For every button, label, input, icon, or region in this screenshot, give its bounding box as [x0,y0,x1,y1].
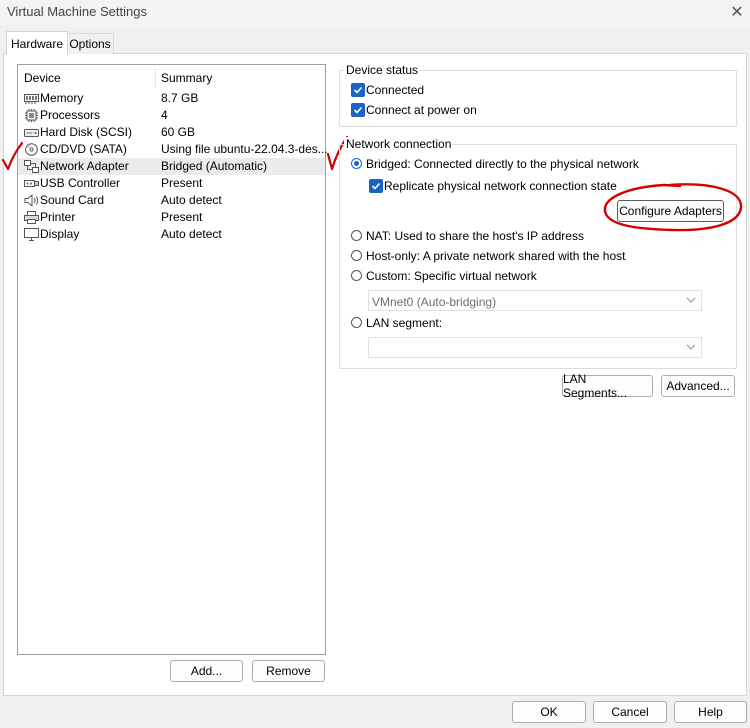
ok-button[interactable]: OK [512,701,586,723]
memory-icon [24,94,39,104]
hard-disk-icon [24,129,39,137]
column-header-device[interactable]: Device [24,71,61,85]
host-only-label[interactable]: Host-only: A private network shared with… [366,249,625,263]
device-summary: Auto detect [161,227,222,241]
custom-network-value: VMnet0 (Auto-bridging) [372,295,497,309]
remove-button[interactable]: Remove [252,660,325,682]
device-summary: 60 GB [161,125,196,139]
cancel-button[interactable]: Cancel [593,701,667,723]
device-name: USB Controller [40,176,121,190]
lan-segment-label[interactable]: LAN segment: [366,316,442,330]
device-name: Processors [40,108,101,122]
device-name: Hard Disk (SCSI) [40,125,133,139]
device-row-usb-controller[interactable]: USB Controller Present [18,175,325,192]
device-summary: 8.7 GB [161,91,199,105]
device-status-label: Device status [344,63,421,77]
device-row-printer[interactable]: Printer Present [18,209,325,226]
device-summary: Present [161,210,203,224]
annotation-checkmark-left [1,141,24,171]
replicate-state-label[interactable]: Replicate physical network connection st… [384,179,617,193]
chevron-down-icon [686,297,696,303]
connected-checkbox[interactable] [351,83,365,97]
device-row-cd-dvd[interactable]: CD/DVD (SATA) Using file ubuntu-22.04.3-… [18,141,328,158]
replicate-state-checkbox[interactable] [369,179,383,193]
column-separator[interactable] [155,68,156,88]
checkmark-icon [371,182,381,190]
device-summary: Using file ubuntu-22.04.3-des... [161,142,328,156]
tab-options[interactable]: Options [66,33,114,54]
device-row-network-adapter[interactable]: Network Adapter Bridged (Automatic) [18,158,325,175]
device-summary: Auto detect [161,193,222,207]
device-row-sound-card[interactable]: Sound Card Auto detect [18,192,325,209]
device-list[interactable]: Device Summary Memory 8.7 GB Processors … [17,64,328,655]
chevron-down-icon [686,344,696,350]
printer-icon [24,211,39,224]
device-name: Memory [40,91,84,105]
device-name: Printer [40,210,76,224]
close-icon[interactable]: ✕ [724,0,750,24]
device-name: CD/DVD (SATA) [40,142,127,156]
custom-radio[interactable] [351,270,362,281]
checkmark-icon [353,86,363,94]
device-name: Sound Card [40,193,105,207]
help-button[interactable]: Help [674,701,747,723]
lan-segment-select[interactable] [368,337,702,358]
device-name: Display [40,227,80,241]
host-only-radio[interactable] [351,250,362,261]
connect-at-power-on-label[interactable]: Connect at power on [366,103,477,117]
cd-dvd-icon [25,143,38,156]
connect-at-power-on-checkbox[interactable] [351,103,365,117]
connected-label[interactable]: Connected [366,83,424,97]
bridged-label[interactable]: Bridged: Connected directly to the physi… [366,157,639,171]
device-summary: Bridged (Automatic) [161,159,268,173]
column-header-summary[interactable]: Summary [161,71,212,85]
custom-network-select[interactable]: VMnet0 (Auto-bridging) [368,290,702,311]
bridged-radio[interactable] [351,158,362,169]
device-summary: Present [161,176,203,190]
speaker-icon [24,194,39,207]
add-button[interactable]: Add... [170,660,243,682]
advanced-button[interactable]: Advanced... [661,375,735,397]
lan-segment-radio[interactable] [351,317,362,328]
device-row-memory[interactable]: Memory 8.7 GB [18,90,325,107]
device-name: Network Adapter [40,159,129,173]
display-icon [24,228,39,241]
device-row-display[interactable]: Display Auto detect [18,226,325,243]
device-row-processors[interactable]: Processors 4 [18,107,325,124]
usb-icon [24,180,39,187]
lan-segments-button[interactable]: LAN Segments... [562,372,653,400]
checkmark-icon [353,106,363,114]
device-row-hard-disk[interactable]: Hard Disk (SCSI) 60 GB [18,124,325,141]
annotation-circle [603,183,743,232]
window-title: Virtual Machine Settings [7,4,147,19]
tab-hardware[interactable]: Hardware [6,31,68,55]
nat-radio[interactable] [351,230,362,241]
network-connection-label: Network connection [344,137,454,151]
custom-label[interactable]: Custom: Specific virtual network [366,269,537,283]
device-status-group [339,70,737,127]
network-adapter-icon [24,160,39,173]
nat-label[interactable]: NAT: Used to share the host's IP address [366,229,584,243]
processor-icon [25,109,38,122]
device-summary: 4 [161,108,168,122]
